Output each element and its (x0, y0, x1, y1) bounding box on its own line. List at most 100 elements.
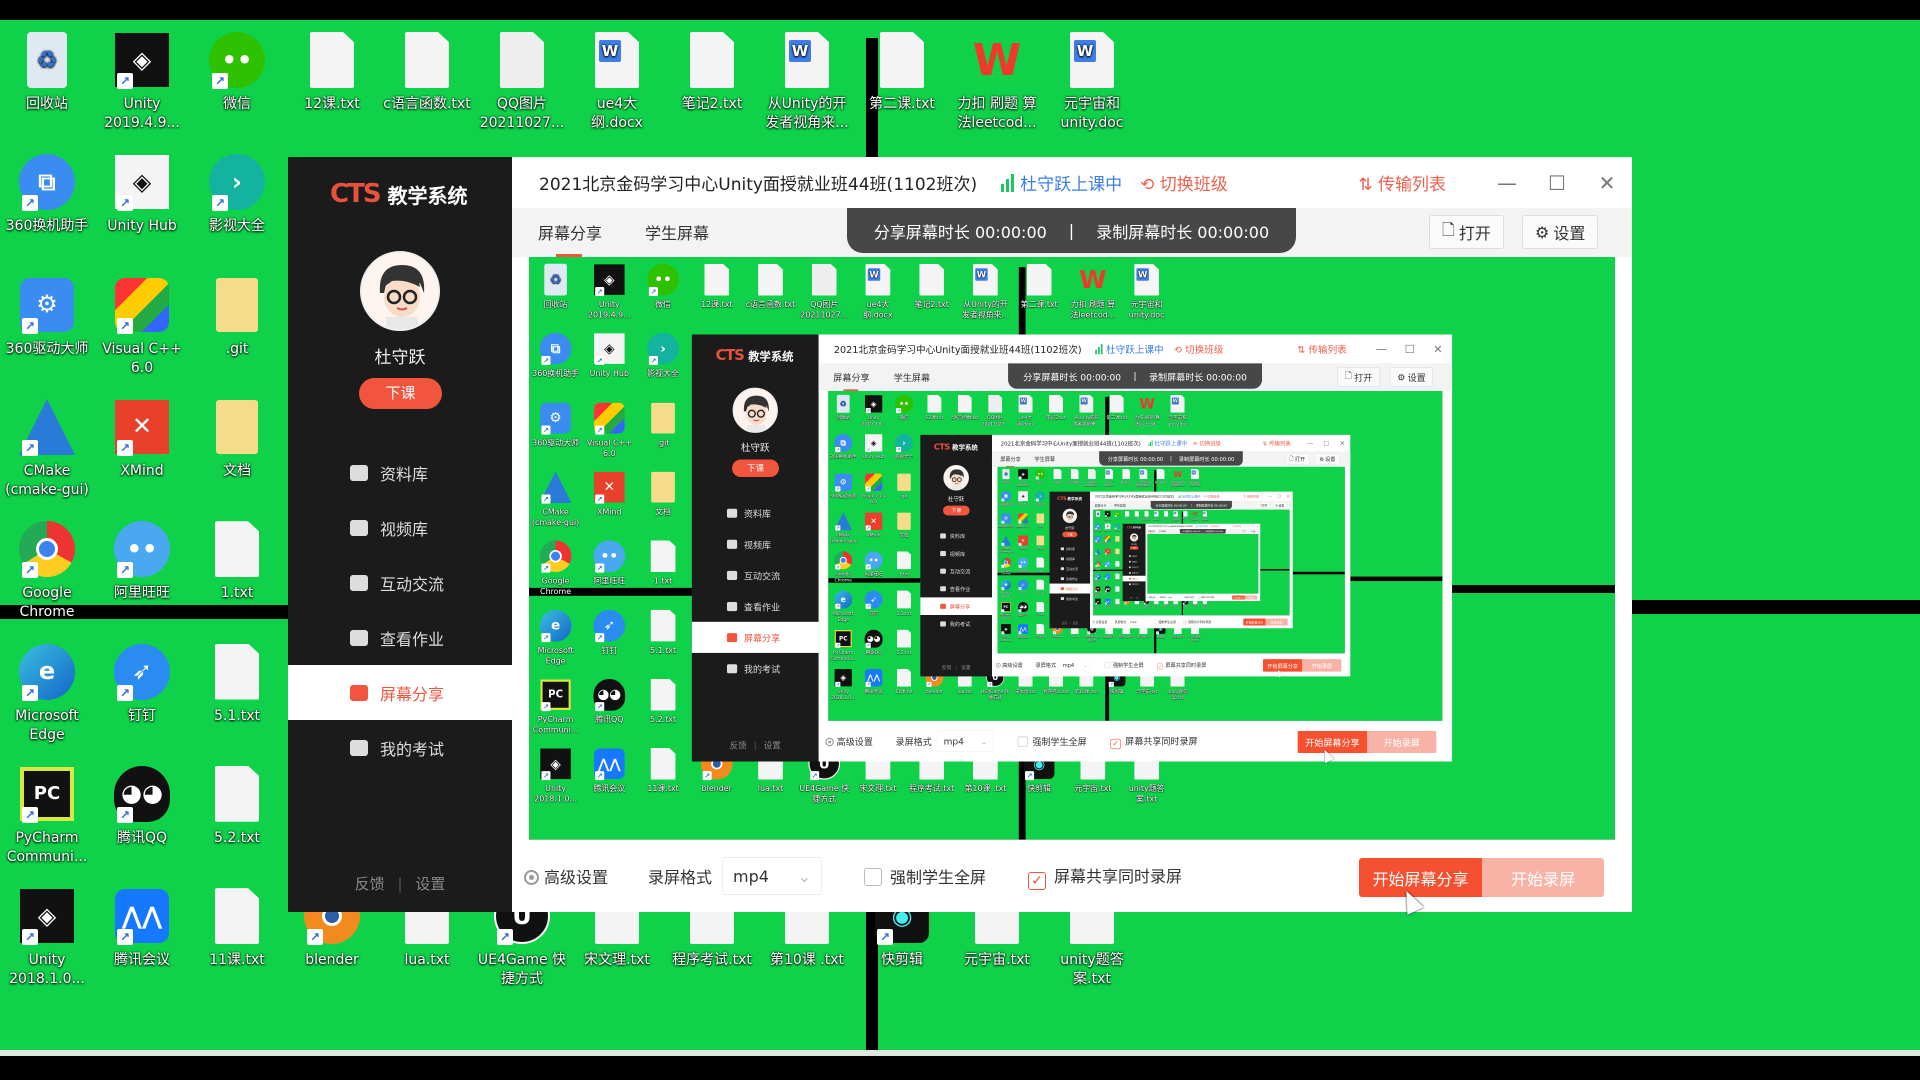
desktop-icon[interactable]: ◕◕ ↗ 腾讯QQ (96, 765, 188, 848)
minimize-icon[interactable]: — (1266, 494, 1275, 498)
desktop-icon[interactable]: ◈ ↗ Unity 2019.4.9... (1103, 511, 1112, 521)
desktop-icon[interactable]: 11课.txt (1113, 598, 1122, 607)
desktop-icon[interactable]: 11课.txt (191, 887, 283, 970)
desktop-icon[interactable]: W 元宇宙和unity.doc (1200, 510, 1209, 521)
desktop-icon[interactable]: ↗ Visual C++ 6.0 (583, 402, 635, 460)
sidebar-item[interactable]: 资料库 (1050, 544, 1091, 554)
desktop-icon[interactable]: ↗ Visual C++ 6.0 (1103, 536, 1112, 546)
minimize-icon[interactable]: — (1302, 439, 1318, 447)
sidebar-item[interactable]: 屏幕分享 (1049, 583, 1091, 594)
start-record-button[interactable]: 开始录屏 (1367, 730, 1437, 754)
desktop-icon[interactable]: e ↗ Microsoft Edge (829, 590, 858, 623)
desktop-icon[interactable]: 文档 (637, 471, 689, 518)
minimize-icon[interactable]: — (1367, 342, 1395, 356)
desktop-icon[interactable]: ⚙ ↗ 360驱动大师 (998, 513, 1015, 528)
switch-class-button[interactable]: ⟲ 切换班级 (1204, 494, 1220, 499)
desktop-icon[interactable]: 11课.txt (1032, 623, 1049, 639)
desktop-icon[interactable]: W 元宇宙和unity.doc (1121, 263, 1173, 321)
desktop-icon[interactable]: 5.2.txt (1032, 601, 1049, 617)
desktop-icon[interactable]: ↗ CMake (cmake-gui) (1093, 548, 1102, 559)
format-select[interactable]: mp4 ⌄ (1167, 595, 1178, 600)
force-fullscreen-option[interactable]: 强制学生全屏 (864, 864, 986, 888)
desktop-icon[interactable]: ◈ ↗ Unity 2018.1.0... (1, 887, 93, 989)
desktop-icon[interactable]: ↗ Google Chrome (829, 551, 858, 584)
advanced-settings-button[interactable]: 高级设置 (1146, 596, 1155, 598)
desktop-icon[interactable]: e ↗ Microsoft Edge (1093, 573, 1102, 584)
sidebar-item[interactable]: 资料库 (288, 445, 512, 500)
tab-screen-share[interactable]: 屏幕分享 (1000, 455, 1021, 467)
desktop-icon[interactable]: ➶ ↗ 钉钉 (96, 643, 188, 726)
desktop-icon[interactable]: Wue4大纲.docx (1011, 394, 1040, 428)
desktop-icon[interactable]: ♻ 回收站 (998, 469, 1015, 484)
feedback-link[interactable]: 反馈 (730, 741, 747, 751)
desktop-icon[interactable]: c语言函数.txt (1132, 510, 1141, 519)
desktop-icon[interactable]: ↗ Visual C++ 6.0 (1015, 513, 1032, 531)
desktop-icon[interactable]: .git (637, 402, 689, 449)
sidebar-item[interactable]: 查看作业 (692, 591, 819, 622)
desktop-icon[interactable]: ◕◕ ↗ 腾讯QQ (859, 629, 888, 656)
open-button[interactable]: 🗋 打开 (1429, 215, 1504, 249)
close-icon[interactable]: ✕ (1334, 439, 1350, 447)
sidebar-item[interactable]: 我的考试 (920, 615, 992, 633)
desktop-icon[interactable]: e ↗ Microsoft Edge (1, 643, 93, 745)
transfer-list-button[interactable]: ⇅ 传输列表 (1297, 342, 1347, 356)
format-select[interactable]: mp4 ⌄ (722, 857, 823, 895)
sidebar-item[interactable]: 屏幕分享 (691, 621, 819, 653)
desktop-icon[interactable]: W 从Unity的开发者视角来... (1171, 510, 1180, 521)
desktop-icon[interactable]: .git (191, 276, 283, 359)
sidebar-item[interactable]: 查看作业 (920, 580, 992, 598)
format-select[interactable]: mp4 ⌄ (1128, 618, 1147, 626)
desktop-icon[interactable]: ⧉ ↗ 360换机助手 (1, 153, 93, 236)
desktop-icon[interactable]: ↗ CMake (cmake-gui) (829, 512, 858, 545)
sidebar-item[interactable]: 资料库 (920, 527, 992, 545)
start-share-button[interactable]: 开始屏幕分享 (1359, 858, 1482, 897)
start-record-button[interactable]: 开始录屏 (1265, 618, 1288, 626)
maximize-icon[interactable]: ☐ (1275, 494, 1284, 498)
open-button[interactable]: 🗋 打开 (1285, 453, 1310, 465)
sidebar-item[interactable]: 互动交流 (288, 555, 512, 610)
desktop-icon[interactable]: ◈ ↗ Unity 2018.1.0... (1093, 598, 1102, 609)
desktop-icon[interactable]: ↗ CMake (cmake-gui) (1, 398, 93, 500)
desktop-icon[interactable]: ⋀⋀ ↗ 腾讯会议 (859, 668, 888, 695)
tab-student-screen[interactable]: 学生屏幕 (894, 370, 930, 384)
desktop-icon[interactable]: e ↗ Microsoft Edge (530, 609, 582, 667)
force-fullscreen-checkbox[interactable] (1017, 736, 1028, 747)
desktop-icon[interactable]: •• ↗ 微信 (191, 31, 283, 114)
sidebar-settings-link[interactable]: 设置 (1073, 622, 1078, 625)
desktop-icon[interactable]: W 力扣 刷题 算法leetcod... (1190, 511, 1199, 522)
desktop-icon[interactable]: 第二课.txt (1102, 394, 1131, 422)
desktop-icon[interactable]: › ↗ 影视大全 (889, 434, 918, 461)
end-class-button[interactable]: 下课 (1062, 531, 1078, 538)
desktop-icon[interactable]: W 从Unity的开发者视角来... (1072, 394, 1101, 428)
advanced-settings-button[interactable]: 高级设置 (524, 864, 608, 888)
close-icon[interactable]: ✕ (1424, 342, 1452, 356)
desktop-icon[interactable]: ◈ ↗ Unity Hub (1015, 491, 1032, 506)
switch-class-button[interactable]: ⟲ 切换班级 (1193, 439, 1221, 447)
desktop-icon[interactable]: ◈ ↗ Unity 2019.4.9... (1015, 469, 1032, 487)
desktop-icon[interactable]: ◕◕ ↗ 腾讯QQ (583, 678, 635, 725)
sidebar-item[interactable]: 我的考试 (1123, 581, 1146, 587)
sidebar-item[interactable]: 视频库 (692, 528, 819, 559)
desktop-icon[interactable]: 5.1.txt (1032, 579, 1049, 594)
desktop-icon[interactable]: 5.1.txt (1113, 573, 1122, 582)
desktop-icon[interactable]: 笔记2.txt (1041, 394, 1070, 422)
desktop-icon[interactable]: 5.1.txt (191, 643, 283, 726)
desktop-icon[interactable]: W 元宇宙和unity.doc (1163, 394, 1192, 428)
advanced-settings-button[interactable]: 高级设置 (1092, 620, 1107, 624)
feedback-link[interactable]: 反馈 (1129, 597, 1132, 599)
record-while-sharing-checkbox[interactable]: ✓ (1198, 596, 1201, 599)
desktop-icon[interactable]: 5.2.txt (637, 678, 689, 725)
maximize-icon[interactable]: ☐ (1318, 439, 1334, 447)
desktop-icon[interactable]: 文档 (889, 512, 918, 539)
desktop-icon[interactable]: 12课.txt (286, 31, 378, 114)
sidebar-settings-link[interactable]: 设置 (961, 665, 971, 671)
tab-student-screen[interactable]: 学生屏幕 (1114, 503, 1126, 507)
desktop-icon[interactable]: 笔记2.txt (906, 263, 958, 310)
desktop-icon[interactable]: ↗ CMake (cmake-gui) (998, 535, 1015, 553)
desktop-icon[interactable]: .git (1113, 536, 1122, 544)
record-while-sharing-checkbox[interactable]: ✓ (1110, 738, 1121, 749)
close-icon[interactable]: ✕ (1255, 525, 1260, 527)
tab-screen-share[interactable]: 屏幕分享 (833, 370, 870, 392)
desktop-icon[interactable]: •• ↗ 微信 (1032, 469, 1049, 484)
desktop-icon[interactable]: ✕ ↗ XMind (583, 471, 635, 518)
